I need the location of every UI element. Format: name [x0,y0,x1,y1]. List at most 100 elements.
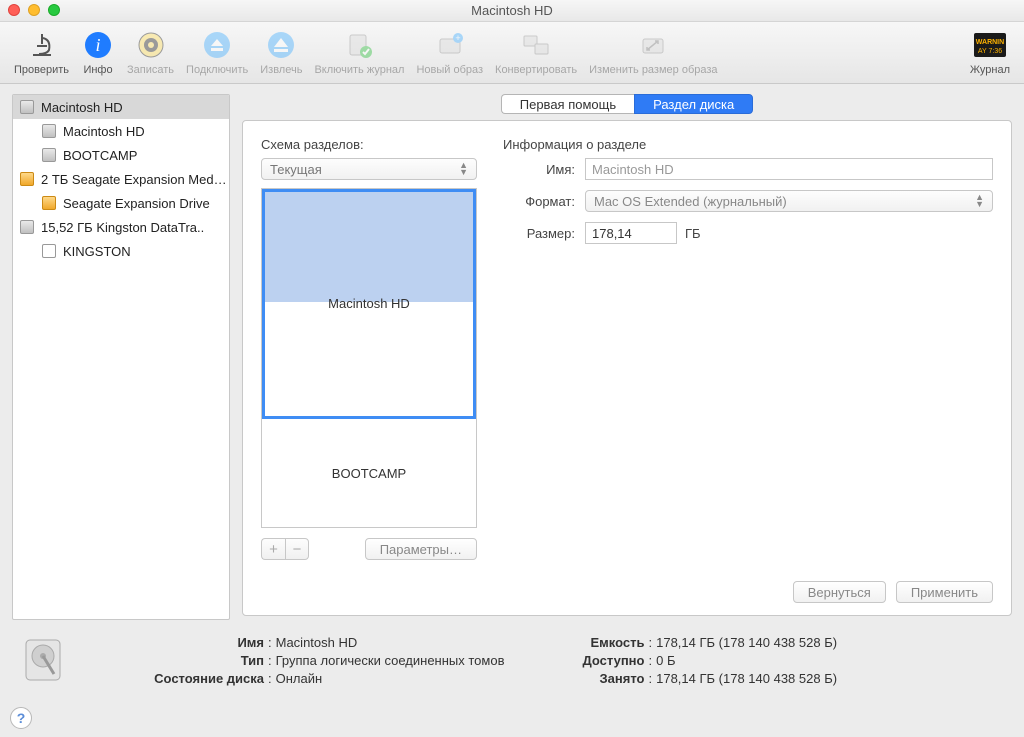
sidebar-item-macintosh-hd[interactable]: Macintosh HD [13,119,229,143]
partition-block-label: BOOTCAMP [332,466,406,481]
hdd-icon [19,99,35,115]
summary-available-key: Доступно [564,652,644,670]
toolbar-enable-journal[interactable]: Включить журнал [308,26,410,78]
summary-used-key: Занято [564,670,644,688]
zoom-icon[interactable] [48,4,60,16]
toolbar-log[interactable]: WARNINAY 7:36 Журнал [964,26,1016,78]
sidebar-item-kingston[interactable]: KINGSTON [13,239,229,263]
toolbar: Проверить i Инфо Записать Подключить Изв… [0,22,1024,84]
toolbar-resize-label: Изменить размер образа [589,64,717,76]
disk-sidebar: Macintosh HD Macintosh HD BOOTCAMP 2 ТБ … [12,94,230,620]
sidebar-item-label: 15,52 ГБ Kingston DataTra.. [41,220,204,235]
summary-type-key: Тип [134,652,264,670]
toolbar-resize-image[interactable]: Изменить размер образа [583,26,723,78]
toolbar-convert[interactable]: Конвертировать [489,26,583,78]
partition-block-bootcamp[interactable]: BOOTCAMP [262,419,476,527]
hdd-icon [19,219,35,235]
sidebar-item-label: Macintosh HD [41,100,123,115]
summary-state-val: Онлайн [276,670,323,688]
toolbar-convert-label: Конвертировать [495,64,577,76]
log-icon: WARNINAY 7:36 [973,28,1007,62]
external-drive-icon [19,171,35,187]
disk-summary: Имя:Macintosh HD Тип:Группа логически со… [0,620,1024,688]
tab-bar: Первая помощь Раздел диска [242,94,1012,114]
toolbar-verify[interactable]: Проверить [8,26,75,78]
size-unit: ГБ [685,226,701,241]
hdd-icon [41,123,57,139]
tab-partition[interactable]: Раздел диска [634,94,753,114]
convert-icon [519,28,553,62]
new-image-icon: + [433,28,467,62]
remove-partition-button[interactable]: − [285,538,309,560]
toolbar-eject-label: Извлечь [260,64,302,76]
name-label: Имя: [503,162,575,177]
window-controls [8,4,60,16]
toolbar-journal-label: Включить журнал [314,64,404,76]
partition-layout-dropdown[interactable]: Текущая ▲▼ [261,158,477,180]
toolbar-mount[interactable]: Подключить [180,26,254,78]
toolbar-burn[interactable]: Записать [121,26,180,78]
journal-icon [342,28,376,62]
partition-format-select[interactable]: Mac OS Extended (журнальный) ▲▼ [585,190,993,212]
sidebar-item-seagate-drive[interactable]: Seagate Expansion Drive [13,191,229,215]
toolbar-new-image[interactable]: + Новый образ [410,26,489,78]
tab-first-aid[interactable]: Первая помощь [501,94,634,114]
summary-type-val: Группа логически соединенных томов [276,652,505,670]
toolbar-log-label: Журнал [970,64,1010,76]
summary-available-val: 0 Б [656,652,675,670]
summary-used-val: 178,14 ГБ (178 140 438 528 Б) [656,670,837,688]
sidebar-item-bootcamp[interactable]: BOOTCAMP [13,143,229,167]
toolbar-burn-label: Записать [127,64,174,76]
apply-button[interactable]: Применить [896,581,993,603]
format-label: Формат: [503,194,575,209]
help-button[interactable]: ? [10,707,32,729]
partition-map: Macintosh HD BOOTCAMP [261,188,477,528]
external-drive-icon [41,195,57,211]
sidebar-item-kingston-root[interactable]: 15,52 ГБ Kingston DataTra.. [13,215,229,239]
summary-state-key: Состояние диска [134,670,264,688]
partition-size-input[interactable] [585,222,677,244]
eject-icon [264,28,298,62]
toolbar-eject[interactable]: Извлечь [254,26,308,78]
toolbar-newimage-label: Новый образ [416,64,483,76]
toolbar-info[interactable]: i Инфо [75,26,121,78]
partition-panel: Схема разделов: Текущая ▲▼ Macintosh HD … [242,120,1012,616]
partition-name-input[interactable] [585,158,993,180]
partition-info-header: Информация о разделе [503,137,993,152]
options-button[interactable]: Параметры… [365,538,477,560]
info-icon: i [81,28,115,62]
toolbar-mount-label: Подключить [186,64,248,76]
add-partition-button[interactable]: + [261,538,285,560]
sidebar-item-label: Seagate Expansion Drive [63,196,210,211]
chevron-updown-icon: ▲▼ [459,162,468,176]
sidebar-item-label: BOOTCAMP [63,148,137,163]
minimize-icon[interactable] [28,4,40,16]
usb-drive-icon [41,243,57,259]
sidebar-item-seagate-root[interactable]: 2 ТБ Seagate Expansion Med… [13,167,229,191]
partition-block-label: Macintosh HD [328,296,410,311]
summary-capacity-val: 178,14 ГБ (178 140 438 528 Б) [656,634,837,652]
mount-icon [200,28,234,62]
svg-text:+: + [455,33,460,43]
sidebar-item-label: Macintosh HD [63,124,145,139]
burn-icon [134,28,168,62]
partition-scheme-label: Схема разделов: [261,137,477,152]
sidebar-item-label: KINGSTON [63,244,131,259]
size-label: Размер: [503,226,575,241]
toolbar-verify-label: Проверить [14,64,69,76]
svg-text:WARNIN: WARNIN [976,39,1004,46]
close-icon[interactable] [8,4,20,16]
sidebar-item-macintosh-hd-root[interactable]: Macintosh HD [13,95,229,119]
chevron-updown-icon: ▲▼ [975,194,984,208]
summary-capacity-key: Емкость [564,634,644,652]
summary-name-key: Имя [134,634,264,652]
partition-block-macintosh-hd[interactable]: Macintosh HD [262,189,476,419]
add-remove-group: + − [261,538,309,560]
revert-button[interactable]: Вернуться [793,581,886,603]
disk-large-icon [18,634,74,688]
sidebar-item-label: 2 ТБ Seagate Expansion Med… [41,172,227,187]
select-value: Mac OS Extended (журнальный) [594,194,787,209]
window-title: Macintosh HD [471,3,553,18]
svg-text:i: i [96,35,101,55]
dropdown-value: Текущая [270,162,322,177]
